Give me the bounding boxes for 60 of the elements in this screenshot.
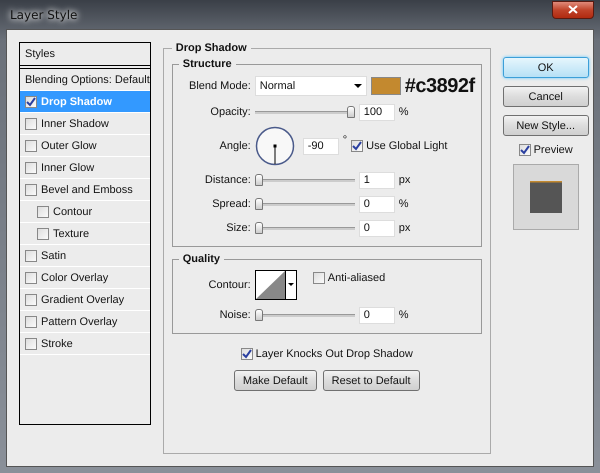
unit-label: % [398, 198, 409, 210]
field-label: Blend Mode: [188, 80, 251, 92]
unit-label: px [398, 222, 410, 234]
style-label: Inner Glow [41, 162, 94, 174]
field-label: Size: [225, 222, 251, 234]
blend-mode-dropdown[interactable]: Normal [254, 76, 367, 96]
dialog-button[interactable]: Cancel [502, 86, 589, 107]
style-label: Color Overlay [41, 272, 108, 284]
checkbox-label: Preview [534, 144, 573, 156]
style-item[interactable]: Texture [20, 223, 150, 245]
number-field[interactable]: 100 [358, 104, 395, 120]
styles-header: Styles [20, 43, 150, 66]
dialog-button[interactable]: New Style... [502, 115, 589, 136]
default-button[interactable]: Reset to Default [322, 370, 420, 391]
field-label: Contour: [208, 279, 251, 291]
style-label: Texture [53, 228, 90, 240]
style-item[interactable]: Inner Shadow [20, 113, 150, 135]
style-label: Satin [41, 250, 66, 262]
checkbox-label: Anti-aliased [328, 272, 386, 284]
style-item[interactable]: Outer Glow [20, 135, 150, 157]
window-title: Layer Style [10, 8, 78, 22]
default-button[interactable]: Make Default [234, 370, 317, 391]
style-item[interactable]: Inner Glow [20, 157, 150, 179]
checkbox-label: Layer Knocks Out Drop Shadow [256, 348, 413, 360]
style-label: Drop Shadow [41, 96, 112, 108]
group-title: Drop Shadow [174, 42, 248, 54]
style-item[interactable]: Color Overlay [20, 267, 150, 289]
field-label: Spread: [211, 198, 251, 210]
unit-label: % [398, 309, 409, 321]
unit-label: px [398, 174, 410, 186]
style-label: Inner Shadow [41, 118, 109, 130]
style-label: Gradient Overlay [41, 294, 124, 306]
style-item[interactable]: Stroke [20, 333, 150, 355]
style-label: Stroke [41, 338, 73, 350]
field-label: Angle: [218, 140, 251, 152]
style-label: Bevel and Emboss [41, 184, 133, 196]
style-label: Outer Glow [41, 140, 97, 152]
dialog-button[interactable]: OK [502, 57, 589, 78]
checkbox-label: Use Global Light [366, 140, 448, 152]
style-label: Blending Options: Default [25, 74, 150, 86]
color-note: #c3892f [404, 74, 475, 98]
number-field[interactable]: -90 [302, 138, 339, 154]
unit-label: % [398, 106, 409, 118]
field-label: Noise: [218, 309, 251, 321]
style-item[interactable]: Bevel and Emboss [20, 179, 150, 201]
style-item[interactable]: Satin [20, 245, 150, 267]
style-label: Contour [53, 206, 92, 218]
style-item[interactable]: Contour [20, 201, 150, 223]
unit-label: ° [342, 134, 348, 146]
group-title: Structure [182, 58, 233, 70]
style-item[interactable]: Gradient Overlay [20, 289, 150, 311]
number-field[interactable]: 1 [358, 172, 395, 188]
field-label: Distance: [204, 174, 251, 186]
group-title: Quality [182, 253, 222, 265]
field-label: Opacity: [209, 106, 251, 118]
style-label: Pattern Overlay [41, 316, 118, 328]
style-item[interactable]: Pattern Overlay [20, 311, 150, 333]
number-field[interactable]: 0 [358, 220, 395, 236]
number-field[interactable]: 0 [358, 306, 395, 324]
number-field[interactable]: 0 [358, 196, 395, 212]
